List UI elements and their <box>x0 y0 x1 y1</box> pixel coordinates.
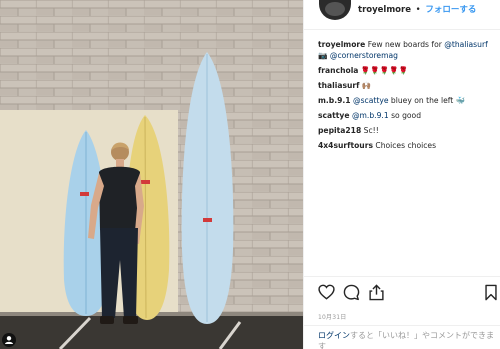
comment-item: scattye @m.b.9.1 so good <box>318 111 498 122</box>
comment-list: troyelmore Few new boards for @thaliasur… <box>318 40 498 156</box>
share-icon[interactable] <box>368 284 385 301</box>
comment-username[interactable]: troyelmore <box>318 40 365 49</box>
post-header: troyelmore • フォローする <box>304 0 500 30</box>
comment-text: so good <box>388 110 422 120</box>
comment-username[interactable]: franchola <box>318 66 358 75</box>
user-tag-icon[interactable] <box>2 333 16 347</box>
post-photo[interactable] <box>0 0 303 349</box>
comment-mention[interactable]: @cornerstoremag <box>330 51 398 60</box>
comment-item: m.b.9.1 @scattye bluey on the left 🐳 <box>318 96 498 107</box>
follow-button[interactable]: フォローする <box>425 5 476 15</box>
login-link[interactable]: ログイン <box>318 331 350 340</box>
comment-item: thaliasurf 🙌🏽 <box>318 81 498 92</box>
comment-item: pepita218 Sc!! <box>318 126 498 137</box>
comment-mention[interactable]: @thaliasurf <box>444 40 487 49</box>
divider <box>304 276 500 277</box>
comment-mention[interactable]: @scattye <box>353 96 389 105</box>
post-side-panel: troyelmore • フォローする troyelmore Few new b… <box>303 0 500 349</box>
comment-text: bluey on the left 🐳 <box>388 95 466 105</box>
comment-text: Choices choices <box>375 140 437 150</box>
heart-icon[interactable] <box>318 284 335 300</box>
comment-text: Sc!! <box>363 125 379 135</box>
avatar[interactable] <box>319 0 351 20</box>
post-date[interactable]: 10月31日 <box>318 312 346 321</box>
comment-username[interactable]: 4x4surftours <box>318 141 373 150</box>
login-prompt: ログインすると「いいね！」やコメントができます <box>318 330 498 349</box>
comment-username[interactable]: m.b.9.1 <box>318 96 351 105</box>
comment-item: 4x4surftours Choices choices <box>318 141 498 152</box>
comment-item: franchola 🌹🌹🌹🌹🌹 <box>318 66 498 77</box>
comment-icon[interactable] <box>343 284 360 301</box>
comment-item: troyelmore Few new boards for @thaliasur… <box>318 40 498 61</box>
surfboards-photo <box>0 0 303 349</box>
header-username[interactable]: troyelmore <box>358 5 411 15</box>
divider <box>304 325 500 326</box>
comment-username[interactable]: pepita218 <box>318 126 361 135</box>
comment-username[interactable]: scattye <box>318 111 350 120</box>
comment-text: 📷 <box>318 50 330 60</box>
comment-text: 🌹🌹🌹🌹🌹 <box>360 65 409 75</box>
bookmark-icon[interactable] <box>484 284 498 301</box>
comment-text: 🙌🏽 <box>361 80 372 90</box>
comment-mention[interactable]: @m.b.9.1 <box>352 111 389 120</box>
comment-username[interactable]: thaliasurf <box>318 81 359 90</box>
header-separator: • <box>415 5 421 15</box>
comment-text: Few new boards for <box>367 40 445 49</box>
action-bar <box>318 284 498 302</box>
